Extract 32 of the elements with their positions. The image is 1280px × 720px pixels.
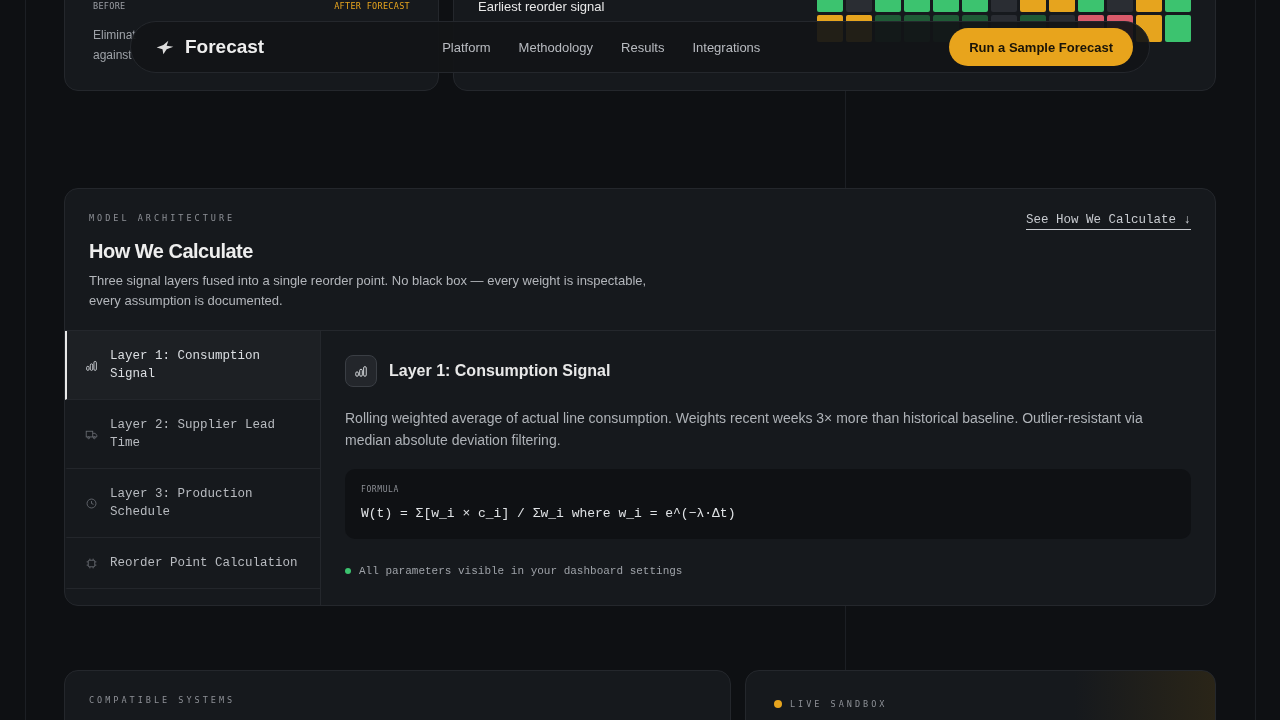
- layer-tab[interactable]: Layer 2: Supplier Lead Time: [65, 400, 320, 469]
- layer-tab[interactable]: Layer 3: Production Schedule: [65, 469, 320, 538]
- before-label: BEFORE: [93, 1, 126, 11]
- nav-link[interactable]: Platform: [442, 39, 491, 55]
- status-dot: [774, 700, 782, 708]
- section-eyebrow: COMPATIBLE SYSTEMS: [89, 695, 237, 705]
- section-eyebrow: LIVE SANDBOX: [790, 699, 888, 709]
- layer-tab[interactable]: Layer 1: Consumption Signal: [65, 331, 320, 400]
- detail-title: Layer 1: Consumption Signal: [389, 362, 611, 380]
- bar-chart-icon: [354, 364, 368, 378]
- formula-label: FORMULA: [361, 485, 400, 494]
- paragraph-fragment: against: [93, 47, 132, 64]
- signal-title: Earliest reorder signal: [478, 0, 605, 14]
- after-label: AFTER FORECAST: [334, 1, 410, 11]
- nav-link[interactable]: Results: [621, 39, 665, 55]
- section-title: How We Calculate: [89, 240, 254, 263]
- nav-link[interactable]: Methodology: [518, 39, 594, 55]
- clock-icon: [85, 496, 98, 510]
- layer-tab[interactable]: Reorder Point Calculation: [65, 538, 320, 589]
- brand-name[interactable]: Forecast: [185, 36, 265, 58]
- sample-forecast-button[interactable]: Run a Sample Forecast: [949, 28, 1133, 66]
- note-text: All parameters visible in your dashboard settings: [359, 565, 683, 577]
- bar-chart-icon: [85, 358, 98, 372]
- status-dot: [345, 568, 351, 574]
- see-how-link[interactable]: See How We Calculate ↓: [1025, 213, 1191, 230]
- detail-description: Rolling weighted average of actual line consumption. Weights recent weeks 3× more than historical baseline. Outlier-resistant via median absolute deviation filtering.: [345, 409, 1144, 450]
- section-eyebrow: MODEL ARCHITECTURE: [89, 213, 237, 223]
- formula-text: W(t) = Σ[w_i × c_i] / Σw_i where w_i = e^(−λ·Δt): [361, 506, 737, 521]
- chip-icon: [85, 556, 98, 570]
- section-intro: Three signal layers fused into a single reorder point. No black box — every weight is inspectable, every assumption is documented.: [89, 272, 648, 310]
- nav-link[interactable]: Integrations: [692, 39, 761, 55]
- paragraph-fragment: Eliminat: [93, 27, 136, 44]
